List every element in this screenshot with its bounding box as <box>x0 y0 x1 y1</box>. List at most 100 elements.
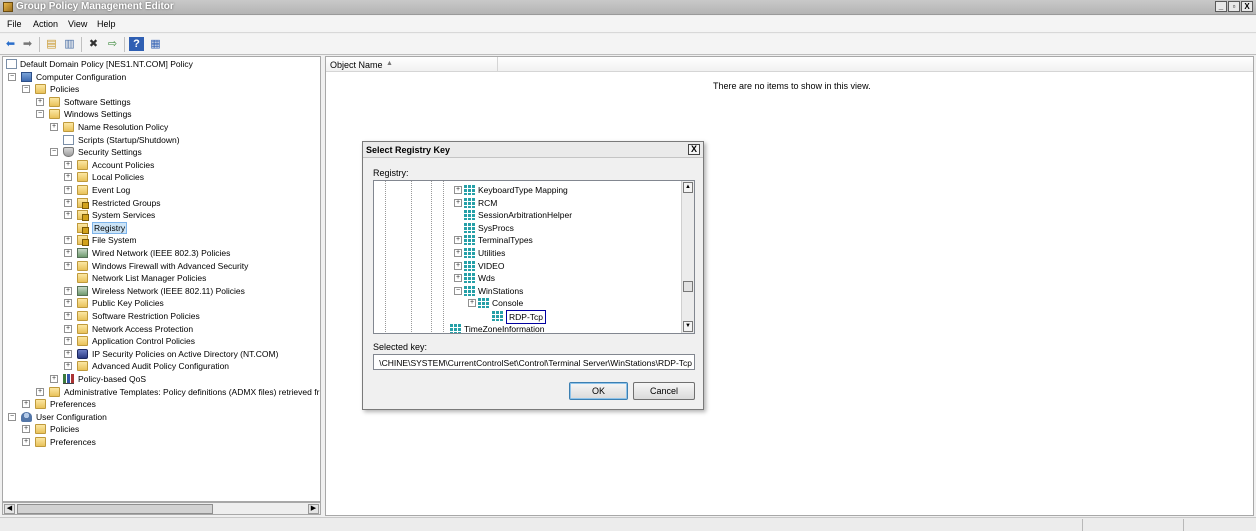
ipsec-icon <box>77 348 88 359</box>
column-object-name-label: Object Name <box>330 60 383 70</box>
minimize-button[interactable]: _ <box>1215 1 1227 12</box>
lockfolder-icon <box>77 210 89 222</box>
expand-icon[interactable]: + <box>64 173 72 182</box>
collapse-icon[interactable]: − <box>8 412 16 421</box>
tree-item-label: Public Key Policies <box>92 298 164 309</box>
user-icon <box>21 411 32 422</box>
scroll-up-arrow[interactable]: ▲ <box>683 182 693 193</box>
expand-icon[interactable]: + <box>50 123 58 131</box>
expand-icon[interactable]: + <box>22 425 30 434</box>
menu-file[interactable]: File <box>7 19 22 29</box>
tree-item-label: Windows Firewall with Advanced Security <box>92 260 249 271</box>
expand-icon[interactable]: + <box>454 261 462 270</box>
dialog-close-button[interactable]: X <box>688 144 700 155</box>
expand-icon[interactable]: + <box>64 198 72 207</box>
collapse-icon[interactable]: − <box>50 148 58 157</box>
tree-item-label: Network Access Protection <box>92 323 194 334</box>
expand-icon[interactable]: + <box>64 186 72 194</box>
registry-key-label: TerminalTypes <box>478 235 533 246</box>
tree-item-label: Software Settings <box>64 96 131 107</box>
tree-item-label: Advanced Audit Policy Configuration <box>92 361 230 372</box>
folder-icon <box>35 424 46 435</box>
tree-item-label: Preferences <box>50 399 96 410</box>
close-button[interactable]: X <box>1241 1 1253 12</box>
help-icon[interactable]: ? <box>129 37 144 51</box>
expand-icon[interactable]: + <box>454 236 462 245</box>
expand-icon[interactable]: + <box>22 438 30 446</box>
registry-key-icon <box>478 298 489 309</box>
expand-icon[interactable]: + <box>64 362 72 371</box>
folder-icon <box>77 260 88 271</box>
folder-icon <box>35 437 46 447</box>
tree-item-label: IP Security Policies on Active Directory… <box>92 348 279 359</box>
expand-icon[interactable]: + <box>468 299 476 308</box>
registry-key-icon <box>450 323 461 333</box>
registry-key-icon <box>464 197 475 208</box>
menu-action[interactable]: Action <box>33 19 58 29</box>
expand-icon[interactable]: + <box>454 274 462 283</box>
dialog-title: Select Registry Key <box>366 145 451 155</box>
expand-icon[interactable]: + <box>22 400 30 409</box>
collapse-icon[interactable]: − <box>454 286 462 295</box>
scroll-thumb[interactable] <box>17 504 213 514</box>
tree-item-label: Event Log <box>92 185 131 195</box>
scroll-down-arrow[interactable]: ▼ <box>683 321 693 332</box>
registry-key-label: SessionArbitrationHelper <box>478 210 573 221</box>
properties-icon[interactable]: ▦ <box>148 37 163 51</box>
expand-icon[interactable]: + <box>64 236 72 245</box>
scroll-right-arrow[interactable]: ▶ <box>308 504 319 514</box>
folder-icon <box>77 323 88 334</box>
menu-help[interactable]: Help <box>97 19 116 29</box>
expand-icon[interactable]: + <box>64 349 72 358</box>
registry-tree[interactable]: ▲ ▼ + KeyboardType Mapping + RCM SessionArbi… <box>373 180 695 334</box>
column-object-name[interactable]: Object Name ▲ <box>326 57 498 72</box>
collapse-icon[interactable]: − <box>22 85 30 94</box>
back-icon[interactable]: ⬅ <box>3 37 18 51</box>
registry-scroll-thumb[interactable] <box>683 281 693 292</box>
menu-view[interactable]: View <box>68 19 87 29</box>
restore-button[interactable]: ▫ <box>1228 1 1240 12</box>
tree-item-label: Local Policies <box>92 172 144 183</box>
export-icon[interactable]: ⇨ <box>105 37 120 51</box>
chart-icon <box>63 374 74 384</box>
selected-key-field[interactable]: \CHINE\SYSTEM\CurrentControlSet\Control\… <box>373 354 695 370</box>
registry-vertical-scrollbar[interactable]: ▲ ▼ <box>681 181 694 333</box>
expand-icon[interactable]: + <box>64 299 72 308</box>
column-header: Object Name ▲ <box>326 57 1253 72</box>
forward-icon[interactable]: ➡ <box>20 37 35 51</box>
collapse-icon[interactable]: − <box>36 110 44 119</box>
delete-icon[interactable]: ✖ <box>86 37 101 51</box>
sort-ascending-icon: ▲ <box>386 60 393 67</box>
show-hide-tree-icon[interactable]: ▥ <box>62 37 77 51</box>
expand-icon[interactable]: + <box>64 160 72 169</box>
menu-bar: File Action View Help <box>0 16 1256 33</box>
expand-icon[interactable]: + <box>454 249 462 257</box>
tree-item-label: Default Domain Policy [NES1.NT.COM] Poli… <box>20 59 193 69</box>
tree-horizontal-scrollbar[interactable]: ◀ ▶ <box>2 502 321 515</box>
collapse-icon[interactable]: − <box>8 72 16 81</box>
folder-icon <box>49 109 60 120</box>
tree-item-label: Network List Manager Policies <box>92 273 207 284</box>
expand-icon[interactable]: + <box>64 337 72 346</box>
up-folder-icon[interactable]: ▤ <box>44 37 59 51</box>
expand-icon[interactable]: + <box>454 186 462 194</box>
expand-icon[interactable]: + <box>64 249 72 257</box>
tree-item-label: Wireless Network (IEEE 802.11) Policies <box>92 285 245 296</box>
expand-icon[interactable]: + <box>50 375 58 383</box>
expand-icon[interactable]: + <box>64 211 72 220</box>
expand-icon[interactable]: + <box>64 312 72 320</box>
tree-item-label: Software Restriction Policies <box>92 311 200 321</box>
registry-key-label: Wds <box>478 273 495 284</box>
expand-icon[interactable]: + <box>64 261 72 270</box>
expand-icon[interactable]: + <box>64 324 72 333</box>
expand-icon[interactable]: + <box>454 198 462 207</box>
cancel-button[interactable]: Cancel <box>633 382 695 400</box>
console-tree[interactable]: Default Domain Policy [NES1.NT.COM] Poli… <box>2 56 321 502</box>
expand-icon[interactable]: + <box>64 286 72 295</box>
folder-icon <box>63 122 74 132</box>
registry-key-icon <box>464 235 475 246</box>
ok-button[interactable]: OK <box>569 382 628 400</box>
expand-icon[interactable]: + <box>36 97 44 106</box>
expand-icon[interactable]: + <box>36 387 44 396</box>
scroll-left-arrow[interactable]: ◀ <box>4 504 15 514</box>
